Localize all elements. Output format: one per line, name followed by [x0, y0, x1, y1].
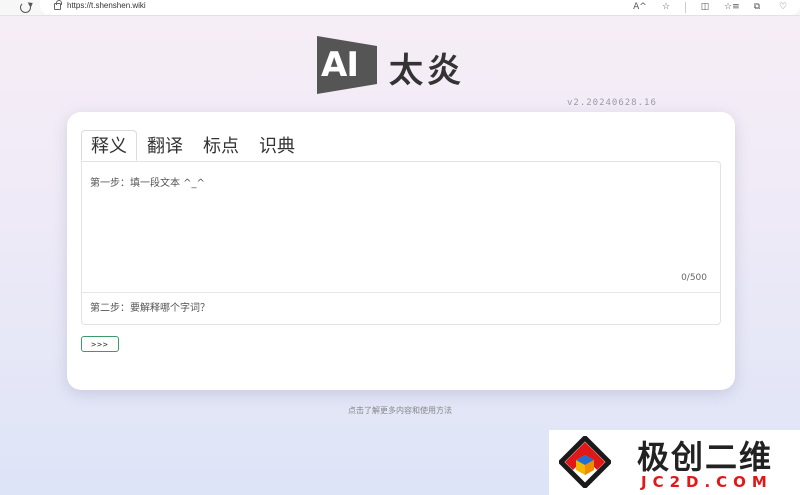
char-counter: 0/500 — [681, 273, 707, 283]
split-screen-icon[interactable]: ◫ — [698, 1, 712, 14]
tab-dictionary[interactable]: 识典 — [249, 130, 305, 161]
help-link[interactable]: 点击了解更多内容和使用方法 — [0, 405, 800, 416]
address-bar[interactable]: https://t.shenshen.wiki A^ ☆ ◫ ☆≡ ⧉ ♡ — [40, 0, 800, 15]
watermark: 极创二维 JC2D.COM — [549, 430, 800, 495]
version-label: v2.20240628.16 — [567, 98, 657, 108]
browser-essentials-icon[interactable]: ♡ — [776, 1, 790, 14]
read-aloud-icon[interactable]: A^ — [633, 1, 647, 14]
tab-translate[interactable]: 翻译 — [137, 130, 193, 161]
lock-icon[interactable] — [54, 0, 62, 10]
reload-icon[interactable] — [20, 2, 31, 13]
logo-mark-text: AI — [321, 45, 359, 85]
browser-toolbar: https://t.shenshen.wiki A^ ☆ ◫ ☆≡ ⧉ ♡ — [0, 0, 800, 16]
site-logo: AI 太炎 — [317, 34, 487, 94]
watermark-en: JC2D.COM — [641, 473, 773, 491]
logo-name: 太炎 — [389, 51, 465, 91]
main-card: 释义 翻译 标点 识典 0/500 >>> — [67, 112, 735, 390]
input-panel: 0/500 — [81, 161, 721, 325]
tab-definition[interactable]: 释义 — [81, 130, 137, 161]
word-input[interactable] — [82, 293, 720, 324]
tab-bar: 释义 翻译 标点 识典 — [81, 130, 305, 161]
toolbar-divider — [685, 2, 686, 13]
favorites-list-icon[interactable]: ☆≡ — [724, 1, 740, 14]
cube-logo-icon — [559, 436, 611, 488]
toolbar-icons: A^ ☆ ◫ ☆≡ ⧉ ♡ — [633, 1, 790, 14]
text-input[interactable] — [82, 162, 720, 292]
watermark-cn: 极创二维 — [637, 438, 774, 476]
url-text[interactable]: https://t.shenshen.wiki — [67, 1, 146, 10]
tab-punctuate[interactable]: 标点 — [193, 130, 249, 161]
collections-icon[interactable]: ⧉ — [750, 1, 764, 14]
favorite-icon[interactable]: ☆ — [659, 1, 673, 14]
submit-button[interactable]: >>> — [81, 336, 119, 352]
